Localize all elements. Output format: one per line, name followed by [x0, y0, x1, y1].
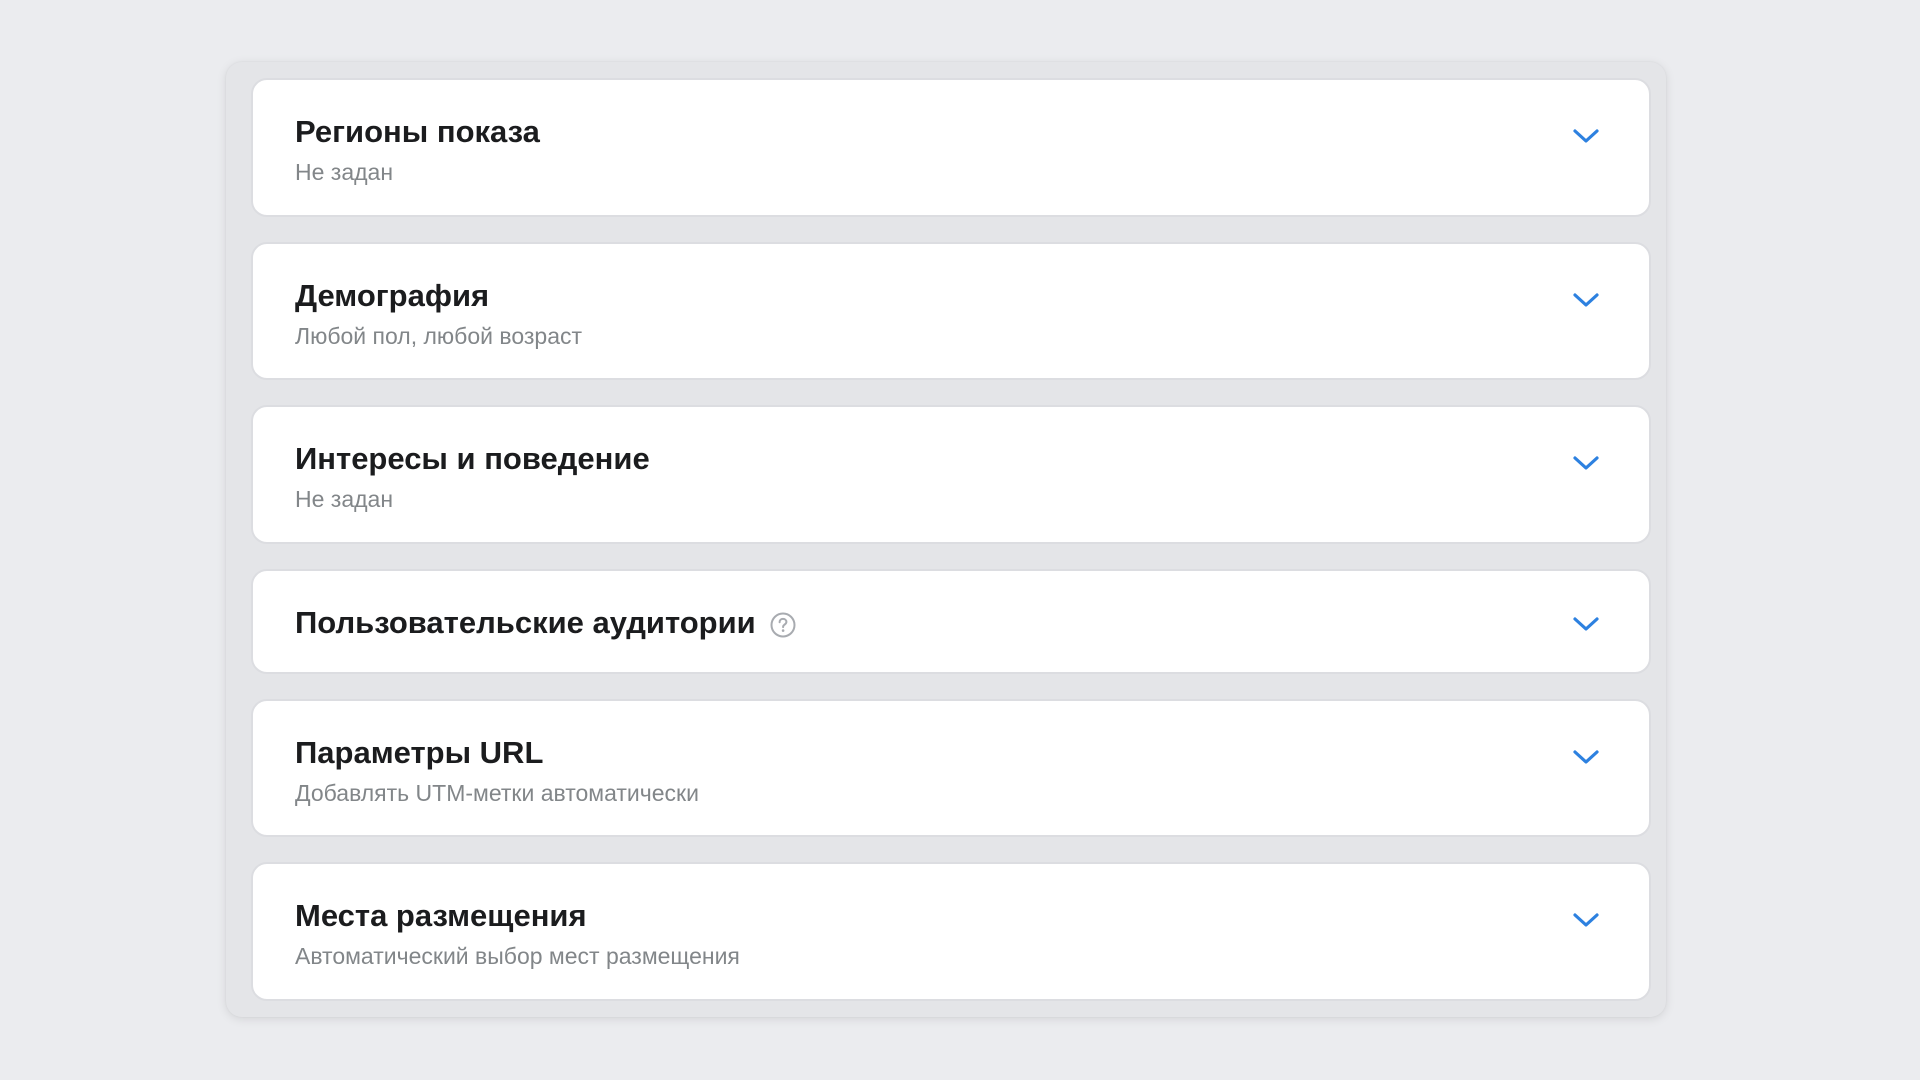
- section-custom-audiences[interactable]: Пользовательские аудитории: [251, 569, 1651, 674]
- section-title: Регионы показа: [295, 114, 540, 149]
- settings-section-list: Регионы показа Не задан Демография Любой…: [251, 78, 1651, 1001]
- section-subtitle: Автоматический выбор мест размещения: [295, 943, 740, 969]
- section-subtitle: Любой пол, любой возраст: [295, 323, 583, 349]
- chevron-down-icon[interactable]: [1571, 614, 1601, 634]
- section-subtitle: Добавлять UTM-метки автоматически: [295, 780, 699, 806]
- chevron-down-icon[interactable]: [1571, 126, 1601, 146]
- chevron-down-icon[interactable]: [1571, 747, 1601, 767]
- section-title: Пользовательские аудитории: [295, 605, 796, 641]
- question-circle-icon[interactable]: [770, 612, 796, 638]
- section-placements[interactable]: Места размещения Автоматический выбор ме…: [251, 862, 1651, 1001]
- section-demography[interactable]: Демография Любой пол, любой возраст: [251, 242, 1651, 380]
- section-regions[interactable]: Регионы показа Не задан: [251, 78, 1651, 217]
- section-interests[interactable]: Интересы и поведение Не задан: [251, 405, 1651, 544]
- section-title: Параметры URL: [295, 735, 544, 770]
- section-url-params[interactable]: Параметры URL Добавлять UTM-метки автома…: [251, 699, 1651, 837]
- chevron-down-icon[interactable]: [1571, 290, 1601, 310]
- section-title: Демография: [295, 278, 490, 313]
- targeting-settings-panel: Регионы показа Не задан Демография Любой…: [226, 62, 1666, 1017]
- section-title-text: Пользовательские аудитории: [295, 605, 756, 640]
- section-subtitle: Не задан: [295, 486, 394, 512]
- section-title: Интересы и поведение: [295, 441, 650, 476]
- section-title: Места размещения: [295, 898, 587, 933]
- chevron-down-icon[interactable]: [1571, 453, 1601, 473]
- chevron-down-icon[interactable]: [1571, 910, 1601, 930]
- section-subtitle: Не задан: [295, 159, 394, 185]
